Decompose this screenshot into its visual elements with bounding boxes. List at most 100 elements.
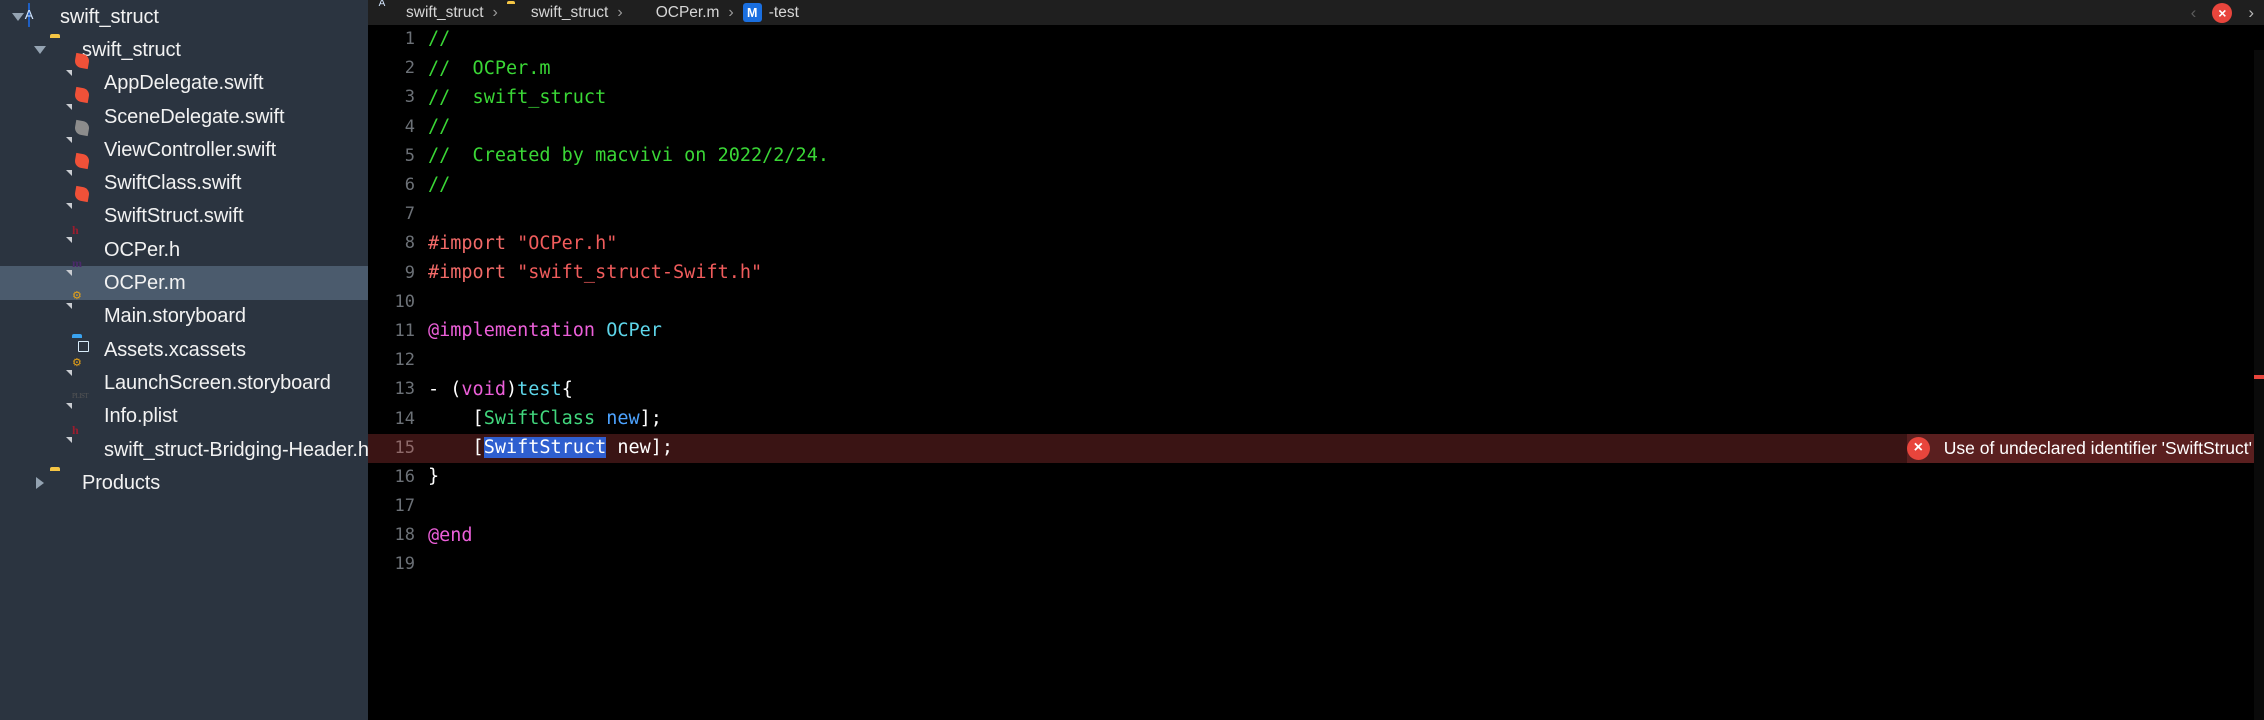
code-line[interactable]: 10 <box>368 288 2264 317</box>
selected-token: SwiftStruct <box>483 436 607 458</box>
sidebar-item-assets-xcassets[interactable]: Assets.xcassets <box>0 333 368 366</box>
line-number: 4 <box>404 116 415 137</box>
project-navigator[interactable]: swift_struct swift_struct AppDelegate.swif… <box>0 0 368 720</box>
objc-file-icon <box>632 3 649 22</box>
code-line[interactable]: 16} <box>368 463 2264 492</box>
sidebar-item-label: Products <box>82 471 161 494</box>
sidebar-item-label: LaunchScreen.storyboard <box>104 371 331 394</box>
code-line[interactable]: 12 <box>368 346 2264 375</box>
code-text[interactable]: @end <box>428 526 2264 546</box>
sidebar-item-products[interactable]: Products <box>0 466 368 499</box>
line-number: 7 <box>404 204 415 225</box>
line-number: 18 <box>394 525 415 546</box>
code-line[interactable]: 1 // <box>368 25 2264 54</box>
code-token: - ( <box>428 378 462 400</box>
code-text[interactable]: [SwiftClass new]; <box>428 407 2264 429</box>
code-text[interactable]: - (void)test{ <box>428 378 2264 400</box>
breadcrumb-item-label: swift_struct <box>406 3 484 21</box>
sidebar-item-swiftclass-swift[interactable]: SwiftClass.swift <box>0 153 368 199</box>
code-text[interactable]: // <box>428 117 2264 137</box>
sidebar-item-appdelegate-swift[interactable]: AppDelegate.swift <box>0 53 368 100</box>
line-number: 15 <box>394 437 415 458</box>
code-text[interactable]: // swift_struct <box>428 88 2264 108</box>
code-line[interactable]: 13 - (void)test{ <box>368 375 2264 404</box>
issue-close-icon[interactable]: × <box>2212 2 2233 23</box>
breadcrumb-item-swift-struct[interactable]: swift_struct <box>507 3 609 22</box>
sidebar-item-main-storyboard[interactable]: ⚙ Main.storyboard <box>0 290 368 333</box>
line-number: 13 <box>394 379 415 400</box>
storyboard-file-icon: ⚙ <box>72 290 94 329</box>
code-line[interactable]: 3 // swift_struct <box>368 83 2264 112</box>
code-text[interactable]: // <box>428 30 2264 49</box>
breadcrumb-item-test[interactable]: M -test <box>742 3 799 22</box>
sidebar-item-swift-struct[interactable]: swift_struct <box>0 33 368 66</box>
disclosure-triangle-icon[interactable] <box>30 466 50 499</box>
error-scroll-marker[interactable] <box>2254 375 2264 379</box>
breadcrumb[interactable]: swift_struct › swift_struct › OCPer.m › M -test <box>382 3 799 22</box>
code-line[interactable]: 5 // Created by macvivi on 2022/2/24. <box>368 142 2264 171</box>
sidebar-item-label: swift_struct <box>60 5 159 28</box>
code-text[interactable]: // Created by macvivi on 2022/2/24. <box>428 146 2264 166</box>
code-line[interactable]: 4 // <box>368 113 2264 142</box>
code-text[interactable]: } <box>428 467 2264 487</box>
project-navigator-list[interactable]: swift_struct swift_struct AppDelegate.swif… <box>0 0 368 499</box>
code-line[interactable]: 9 #import "swift_struct-Swift.h" <box>368 259 2264 288</box>
jump-bar-controls[interactable]: ‹ × › <box>2191 2 2264 23</box>
line-number: 5 <box>404 145 415 166</box>
code-text[interactable]: #import "swift_struct-Swift.h" <box>428 261 2264 283</box>
code-lines[interactable]: 1 // 2 // OCPer.m 3 // swift_struct 4 // 5 // Cre… <box>368 25 2264 580</box>
sidebar-item-swift-struct[interactable]: swift_struct <box>0 0 368 33</box>
code-line[interactable]: 19 <box>368 550 2264 579</box>
code-text[interactable]: @implementation OCPer <box>428 321 2264 341</box>
code-token: #import <box>428 232 518 254</box>
inline-error-banner[interactable]: × Use of undeclared identifier 'SwiftStru… <box>1906 433 2264 463</box>
code-line[interactable]: 7 <box>368 200 2264 229</box>
error-circle-icon[interactable]: × <box>1906 436 1930 460</box>
line-number: 16 <box>394 466 415 487</box>
code-token: void <box>461 378 506 400</box>
editor-scroll-strip[interactable] <box>2254 50 2264 720</box>
sidebar-item-ocper-h[interactable]: hOCPer.h <box>0 224 368 266</box>
line-number: 19 <box>394 554 415 575</box>
sidebar-item-swiftstruct-swift[interactable]: SwiftStruct.swift <box>0 186 368 233</box>
code-token: "OCPer.h" <box>517 232 618 254</box>
code-line[interactable]: 14 [SwiftClass new]; <box>368 404 2264 433</box>
code-text[interactable]: // <box>428 176 2264 195</box>
disclosure-triangle-icon[interactable] <box>30 33 50 66</box>
code-token: SwiftClass <box>483 407 596 429</box>
code-line[interactable]: 2 // OCPer.m <box>368 54 2264 83</box>
code-line[interactable]: 11 @implementation OCPer <box>368 317 2264 346</box>
code-token: [ <box>428 407 484 429</box>
jump-bar[interactable]: swift_struct › swift_struct › OCPer.m › M -test… <box>368 0 2264 25</box>
source-editor[interactable]: 1 // 2 // OCPer.m 3 // swift_struct 4 // 5 // Cre… <box>368 25 2264 720</box>
code-token: test <box>517 378 562 400</box>
code-token: "swift_struct-Swift.h" <box>517 261 763 283</box>
code-token: new]; <box>606 436 674 458</box>
back-chevron-icon[interactable]: ‹ <box>2191 4 2197 21</box>
sidebar-item-swift-struct-bridging-header-h[interactable]: h swift_struct-Bridging-Header.h <box>0 424 368 466</box>
code-token: // <box>428 174 451 196</box>
sidebar-item-info-plist[interactable]: PLISTInfo.plist <box>0 392 368 433</box>
code-token: #import <box>428 261 518 283</box>
code-text[interactable]: #import "OCPer.h" <box>428 232 2264 254</box>
line-number: 1 <box>404 29 415 50</box>
line-number: 10 <box>394 291 415 312</box>
code-line[interactable]: 17 <box>368 492 2264 521</box>
code-text[interactable]: // OCPer.m <box>428 59 2264 79</box>
code-line[interactable]: 6 // <box>368 171 2264 200</box>
code-line[interactable]: 8 #import "OCPer.h" <box>368 229 2264 258</box>
breadcrumb-item-label: swift_struct <box>530 3 609 21</box>
breadcrumb-item-swift-struct[interactable]: swift_struct <box>382 3 484 22</box>
sidebar-item-ocper-m[interactable]: mOCPer.m <box>0 257 368 300</box>
code-line[interactable]: 18 @end <box>368 521 2264 550</box>
sidebar-item-scenedelegate-swift[interactable]: SceneDelegate.swift <box>0 86 368 133</box>
forward-chevron-icon[interactable]: › <box>2248 4 2254 21</box>
code-token: new <box>606 407 640 429</box>
line-number: 17 <box>394 496 415 517</box>
sidebar-item-launchscreen-storyboard[interactable]: ⚙LaunchScreen.storyboard <box>0 357 368 399</box>
sidebar-item-viewcontroller-swift[interactable]: ViewController.swift <box>0 119 368 166</box>
breadcrumb-item-ocper-m[interactable]: OCPer.m <box>632 3 720 22</box>
app-project-icon <box>28 2 50 30</box>
code-line-error[interactable]: 15 [SwiftStruct new]; × Use of undeclared … <box>368 433 2264 463</box>
